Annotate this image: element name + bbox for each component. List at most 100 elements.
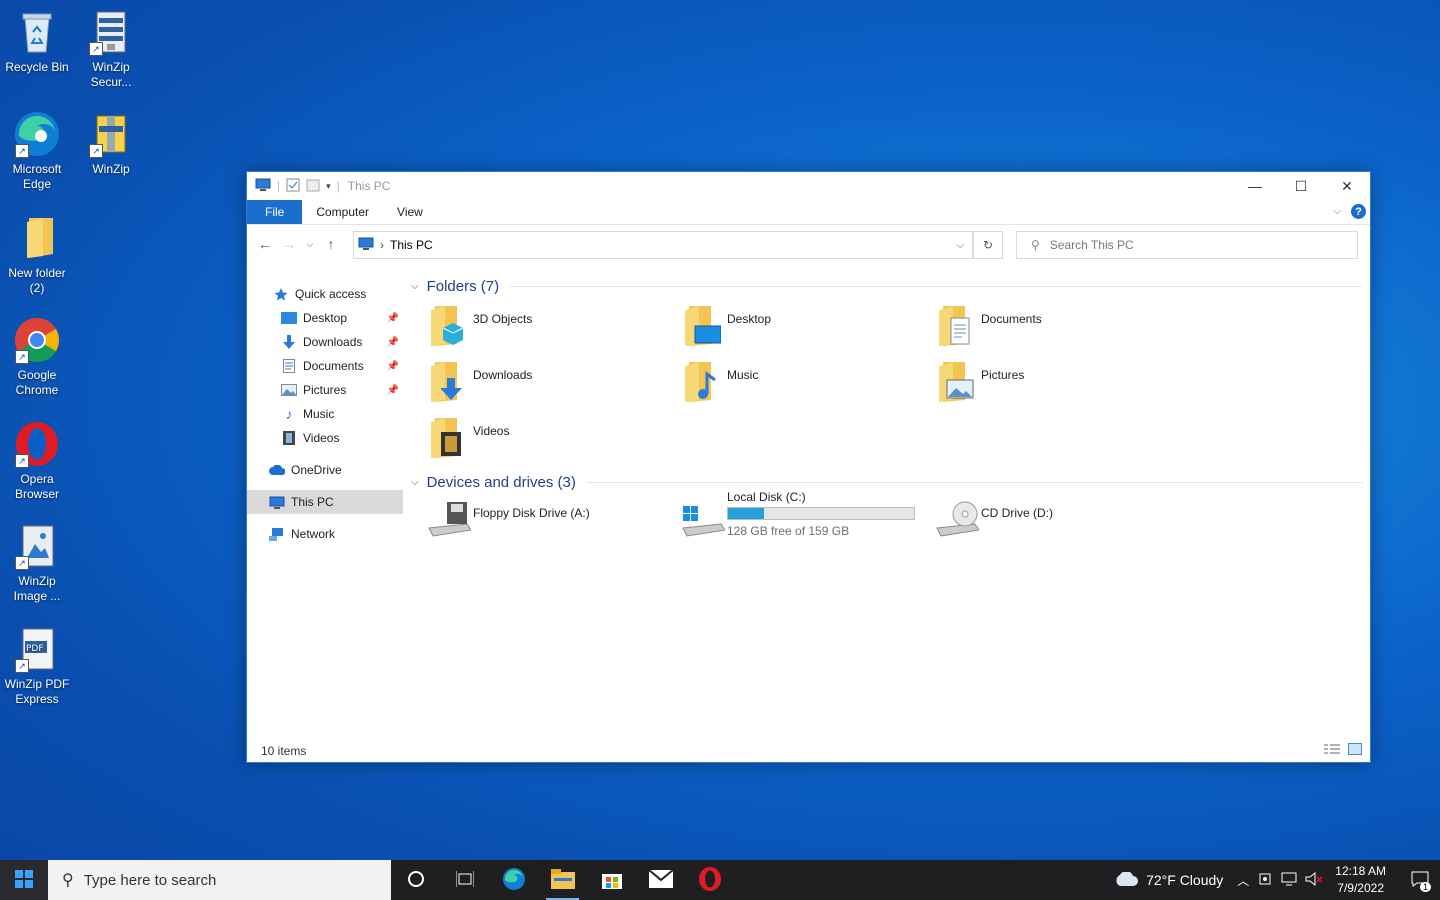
show-hidden-icons-chevron-icon[interactable]: ︿ [1237, 872, 1249, 889]
folders-grid: 3D Objects Desktop Documents Downloads M… [411, 298, 1362, 470]
file-explorer-window[interactable]: | ▾ | This PC — ☐ ✕ File Computer View ⌵… [246, 171, 1371, 763]
clock[interactable]: 12:18 AM 7/9/2022 [1335, 863, 1386, 897]
desktop-icon-chrome[interactable]: ↗ Google Chrome [2, 316, 72, 398]
pin-icon[interactable]: 📌 [387, 385, 399, 396]
ribbon-tabs: File Computer View ⌵ ? [247, 200, 1370, 225]
desktop-icon-winzip-image[interactable]: ↗ WinZip Image ... [2, 522, 72, 604]
up-arrow-icon[interactable]: ↑ [319, 236, 343, 252]
taskbar-store[interactable] [587, 860, 636, 900]
nav-label: Documents [303, 359, 364, 373]
breadcrumb-this-pc[interactable]: This PC [390, 238, 433, 252]
properties-icon[interactable] [286, 178, 300, 195]
action-center-button[interactable]: 1 [1400, 860, 1440, 900]
desktop-icon-label: Google Chrome [15, 368, 59, 397]
desktop-icon-new-folder[interactable]: New folder (2) [2, 214, 72, 296]
weather-cloud-icon[interactable] [1114, 870, 1139, 889]
search-input[interactable]: ⚲ Search This PC [1016, 231, 1358, 259]
address-dropdown-icon[interactable]: ⌵ [956, 240, 964, 251]
windows-drive-icon [681, 498, 726, 540]
folder-downloads[interactable]: Downloads [427, 360, 532, 402]
desktop-icon-label: WinZip PDF Express [4, 677, 70, 706]
desktop-icon-winzip-secure[interactable]: ↗ WinZip Secur... [76, 8, 146, 90]
drive-cd-d[interactable]: CD Drive (D:) [935, 498, 1053, 540]
new-folder-icon[interactable] [306, 178, 320, 195]
desktop-icon-edge[interactable]: ↗ Microsoft Edge [2, 110, 72, 192]
collapse-chevron-icon[interactable]: ⌵ [411, 281, 419, 292]
desktop-icon-recycle-bin[interactable]: Recycle Bin [2, 8, 72, 75]
folders-group-header[interactable]: ⌵ Folders (7) [411, 274, 1362, 298]
computer-icon [358, 237, 374, 253]
drive-label: Floppy Disk Drive (A:) [473, 506, 590, 520]
pin-icon[interactable]: 📌 [387, 361, 399, 372]
title-bar[interactable]: | ▾ | This PC — ☐ ✕ [247, 172, 1370, 200]
cortana-button[interactable] [391, 860, 440, 900]
address-bar[interactable]: › This PC ⌵ [353, 231, 973, 259]
taskbar-edge[interactable] [489, 860, 538, 900]
volume-muted-icon[interactable] [1305, 871, 1323, 889]
recent-locations-chevron-icon[interactable]: ⌵ [301, 239, 319, 250]
minimize-button[interactable]: — [1232, 172, 1278, 200]
close-button[interactable]: ✕ [1324, 172, 1370, 200]
customize-toolbar-icon[interactable]: ▾ [326, 181, 331, 192]
nav-item-pictures[interactable]: Pictures 📌 [247, 378, 403, 402]
start-button[interactable] [0, 860, 48, 900]
window-title: This PC [347, 179, 391, 193]
folder-3d-objects[interactable]: 3D Objects [427, 304, 532, 346]
edge-icon [502, 867, 526, 894]
nav-item-videos[interactable]: Videos [247, 426, 403, 450]
maximize-button[interactable]: ☐ [1278, 172, 1324, 200]
folder-desktop[interactable]: Desktop [681, 304, 771, 346]
address-row: ← → ⌵ ↑ › This PC ⌵ ↻ ⚲ Search This PC [247, 225, 1370, 263]
nav-label: This PC [291, 495, 334, 509]
desktop-icon-label: New folder (2) [8, 266, 66, 295]
network-status-icon[interactable] [1281, 872, 1297, 889]
desktop-icon-winzip[interactable]: ↗ WinZip [76, 110, 146, 177]
tab-file[interactable]: File [247, 200, 303, 224]
drive-local-c[interactable]: Local Disk (C:) 128 GB free of 159 GB [681, 490, 915, 540]
folder-videos[interactable]: Videos [427, 416, 509, 458]
desktop-icon-winzip-pdf[interactable]: PDF ↗ WinZip PDF Express [2, 625, 72, 707]
taskbar-search-box[interactable]: ⚲ Type here to search [48, 860, 391, 900]
document-icon [281, 359, 297, 373]
cloud-icon [269, 463, 285, 477]
back-arrow-icon[interactable]: ← [253, 236, 277, 252]
taskbar-opera[interactable] [685, 860, 734, 900]
nav-item-downloads[interactable]: Downloads 📌 [247, 330, 403, 354]
disk-usage-bar [727, 507, 915, 520]
winzip-image-icon: ↗ [13, 522, 61, 570]
nav-item-documents[interactable]: Documents 📌 [247, 354, 403, 378]
task-view-button[interactable] [440, 860, 489, 900]
meet-now-icon[interactable] [1259, 872, 1273, 889]
drive-floppy[interactable]: Floppy Disk Drive (A:) [427, 498, 590, 540]
folder-pictures[interactable]: Pictures [935, 360, 1024, 402]
pin-icon[interactable]: 📌 [387, 337, 399, 348]
nav-network[interactable]: Network [247, 522, 403, 546]
nav-item-desktop[interactable]: Desktop 📌 [247, 306, 403, 330]
opera-icon: ↗ [13, 420, 61, 468]
nav-quick-access[interactable]: Quick access [247, 282, 403, 306]
nav-onedrive[interactable]: OneDrive [247, 458, 403, 482]
expand-ribbon-chevron-icon[interactable]: ⌵ [1333, 206, 1341, 217]
taskbar-file-explorer[interactable] [538, 860, 587, 900]
large-icons-view-icon[interactable] [1348, 743, 1362, 758]
svg-text:PDF: PDF [26, 644, 44, 654]
breadcrumb-chevron-icon[interactable]: › [380, 238, 384, 252]
desktop-icon [281, 311, 297, 325]
tab-view[interactable]: View [383, 200, 437, 224]
desktop-icon-label: Recycle Bin [5, 60, 69, 74]
details-view-icon[interactable] [1324, 743, 1340, 758]
refresh-button[interactable]: ↻ [973, 231, 1003, 259]
help-icon[interactable]: ? [1351, 204, 1366, 219]
nav-item-music[interactable]: ♪ Music [247, 402, 403, 426]
taskbar-mail[interactable] [636, 860, 685, 900]
nav-this-pc[interactable]: This PC [247, 490, 403, 514]
weather-text[interactable]: 72°F Cloudy [1146, 872, 1223, 888]
folder-music[interactable]: Music [681, 360, 758, 402]
pin-icon[interactable]: 📌 [387, 313, 399, 324]
drive-free-space: 128 GB free of 159 GB [727, 524, 850, 538]
folder-documents[interactable]: Documents [935, 304, 1042, 346]
forward-arrow-icon[interactable]: → [277, 236, 301, 252]
desktop-icon-opera[interactable]: ↗ Opera Browser [2, 420, 72, 502]
tab-computer[interactable]: Computer [302, 200, 383, 224]
collapse-chevron-icon[interactable]: ⌵ [411, 477, 419, 488]
